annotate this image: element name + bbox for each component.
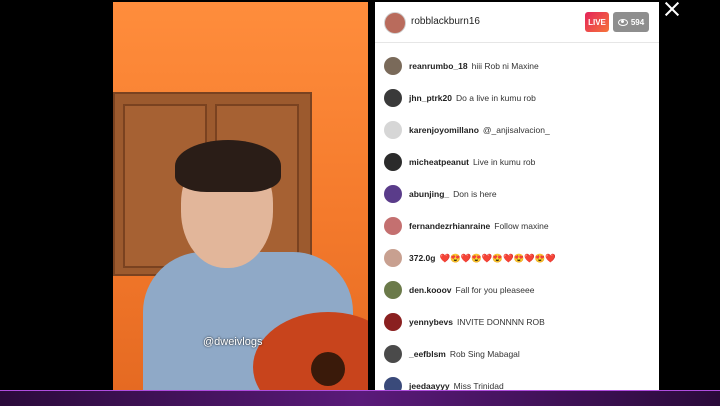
comment-username[interactable]: reanrumbo_18	[409, 61, 468, 71]
host-username[interactable]: robblackburn16	[411, 16, 480, 27]
comment-item: jhn_ptrk20 Do a live in kumu rob	[375, 82, 659, 114]
comment-avatar[interactable]	[384, 249, 402, 267]
comment-avatar[interactable]	[384, 281, 402, 299]
comment-username[interactable]: jhn_ptrk20	[409, 93, 452, 103]
comment-username[interactable]: abunjing_	[409, 189, 449, 199]
comment-text: Live in kumu rob	[473, 157, 536, 167]
comment-username[interactable]: micheatpeanut	[409, 157, 469, 167]
comment-text: INVITE DONNNN ROB	[456, 317, 545, 327]
comment-avatar[interactable]	[384, 185, 402, 203]
live-header: robblackburn16 LIVE 594	[375, 2, 659, 43]
comment-avatar[interactable]	[384, 153, 402, 171]
comment-item: karenjoyomillano @_anjisalvacion_	[375, 114, 659, 146]
comment-item: reanrumbo_18 hiii Rob ni Maxine	[375, 50, 659, 82]
comment-username[interactable]: _eefblsm	[409, 349, 446, 359]
person-hair	[175, 140, 281, 192]
comment-username[interactable]: fernandezrhianraine	[409, 221, 490, 231]
comment-avatar[interactable]	[384, 345, 402, 363]
comment-avatar[interactable]	[384, 313, 402, 331]
live-chat-panel: robblackburn16 LIVE 594 reanrumbo_18 hii…	[375, 2, 659, 392]
live-badge: LIVE	[585, 12, 609, 32]
comment-text: hiii Rob ni Maxine	[471, 61, 539, 71]
video-watermark: @dweivlogs	[203, 336, 263, 348]
comment-text: Follow maxine	[494, 221, 549, 231]
comment-avatar[interactable]	[384, 89, 402, 107]
comment-text: Don is here	[453, 189, 497, 199]
comment-username[interactable]: yennybevs	[409, 317, 453, 327]
comment-text: @_anjisalvacion_	[482, 125, 550, 135]
comment-text: Fall for you pleaseee	[455, 285, 535, 295]
comment-username[interactable]: karenjoyomillano	[409, 125, 479, 135]
comment-text: Rob Sing Mabagal	[449, 349, 520, 359]
comment-username[interactable]: 372.0g	[409, 253, 435, 263]
close-icon[interactable]	[663, 0, 681, 18]
host-avatar[interactable]	[384, 12, 406, 34]
comment-text: Do a live in kumu rob	[456, 93, 536, 103]
comment-list: reanrumbo_18 hiii Rob ni Maxine jhn_ptrk…	[375, 50, 659, 392]
guitar-sound-hole	[311, 352, 345, 386]
comment-text: ❤️😍❤️😍❤️😍❤️😍❤️😍❤️	[439, 252, 556, 263]
comment-item: 372.0g ❤️😍❤️😍❤️😍❤️😍❤️😍❤️	[375, 242, 659, 274]
comment-item: yennybevs INVITE DONNNN ROB	[375, 306, 659, 338]
comment-item: abunjing_ Don is here	[375, 178, 659, 210]
comment-item: micheatpeanut Live in kumu rob	[375, 146, 659, 178]
live-video: @dweivlogs	[113, 2, 368, 390]
comment-avatar[interactable]	[384, 57, 402, 75]
comment-avatar[interactable]	[384, 121, 402, 139]
comment-avatar[interactable]	[384, 217, 402, 235]
comment-item: jeedaayyy Miss Trinidad	[375, 370, 659, 392]
comment-item: den.kooov Fall for you pleaseee	[375, 274, 659, 306]
comment-item: _eefblsm Rob Sing Mabagal	[375, 338, 659, 370]
eye-icon	[617, 18, 628, 26]
viewer-count: 594	[630, 17, 645, 27]
viewer-count-badge[interactable]: 594	[613, 12, 649, 32]
bottom-decorative-bar	[0, 390, 720, 406]
comment-username[interactable]: den.kooov	[409, 285, 452, 295]
comment-item: fernandezrhianraine Follow maxine	[375, 210, 659, 242]
